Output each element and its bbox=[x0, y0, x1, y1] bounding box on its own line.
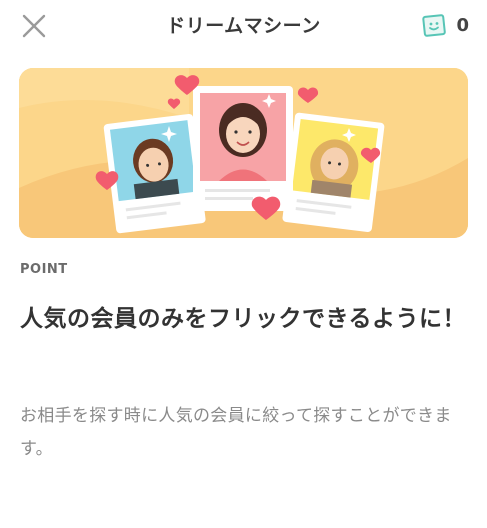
page-title: ドリームマシーン bbox=[166, 15, 321, 37]
feature-banner bbox=[19, 68, 468, 238]
header: ドリームマシーン 0 bbox=[0, 0, 487, 52]
feature-heading: 人気の会員のみをフリックできるように！ bbox=[20, 306, 467, 332]
banner-illustration bbox=[19, 68, 468, 238]
ticket-count: 0 bbox=[456, 14, 469, 36]
ticket-counter[interactable]: 0 bbox=[422, 12, 469, 38]
ticket-icon bbox=[422, 14, 447, 37]
point-label: POINT bbox=[20, 262, 68, 277]
feature-description: お相手を探す時に人気の会員に絞って探すことができます。 bbox=[20, 406, 452, 459]
